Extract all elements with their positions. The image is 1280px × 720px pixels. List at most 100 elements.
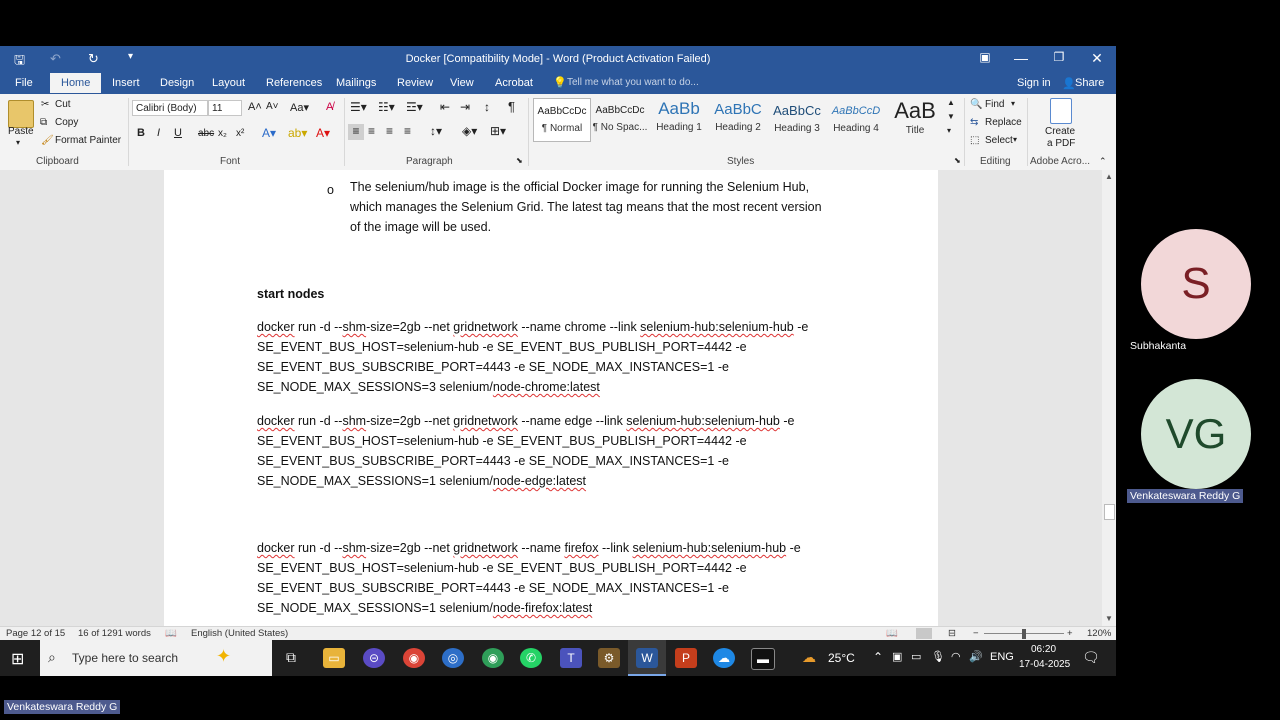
chrome-profile-icon[interactable]: ◉ [482, 648, 504, 668]
sort-icon[interactable]: ↕ [484, 100, 490, 114]
select-dropdown-icon[interactable]: ▾ [1013, 135, 1017, 144]
clock-date[interactable]: 17-04-2025 [1019, 659, 1070, 670]
paste-dropdown-icon[interactable]: ▾ [16, 138, 20, 147]
style-no-spacing[interactable]: AaBbCcDc ¶ No Spac... [591, 98, 649, 142]
share-button[interactable]: Share [1075, 77, 1104, 89]
tell-me-box[interactable]: Tell me what you want to do... [567, 77, 699, 88]
styles-scroll-down-icon[interactable]: ▼ [947, 112, 955, 121]
zoom-slider-thumb[interactable] [1022, 629, 1026, 639]
ribbon-display-icon[interactable]: ▣ [970, 50, 1000, 64]
style-normal[interactable]: AaBbCcDc ¶ Normal [533, 98, 591, 142]
align-right-icon[interactable]: ≡ [386, 124, 393, 138]
tab-home[interactable]: Home [50, 73, 102, 93]
find-dropdown-icon[interactable]: ▾ [1011, 99, 1015, 108]
underline-button[interactable]: U [174, 127, 182, 139]
replace-button[interactable]: Replace [985, 117, 1022, 128]
align-left-icon[interactable]: ≡ [348, 124, 364, 140]
weather-temp[interactable]: 25°C [828, 651, 855, 665]
numbering-icon[interactable]: ☷▾ [378, 100, 395, 114]
tab-insert[interactable]: Insert [112, 77, 140, 89]
app-icon[interactable]: ◎ [442, 648, 464, 668]
style-title[interactable]: AaB Title [886, 98, 944, 142]
grow-font-icon[interactable]: A˄ [248, 101, 262, 113]
bold-button[interactable]: B [137, 127, 145, 139]
format-painter-button[interactable]: Format Painter [55, 135, 121, 146]
powerpoint-icon[interactable]: P [675, 648, 697, 668]
text-effects-icon[interactable]: A▾ [262, 126, 276, 140]
styles-scroll-up-icon[interactable]: ▲ [947, 98, 955, 107]
copy-button[interactable]: Copy [55, 117, 78, 128]
decrease-indent-icon[interactable]: ⇤ [440, 100, 450, 114]
file-explorer-icon[interactable]: ▭ [323, 648, 345, 668]
read-mode-icon[interactable]: 📖 [886, 628, 898, 639]
create-pdf-icon[interactable] [1050, 98, 1072, 124]
cut-button[interactable]: Cut [55, 99, 71, 110]
vertical-scrollbar[interactable]: ▲ ▼ [1102, 170, 1116, 626]
collapse-ribbon-icon[interactable]: ⌃ [1099, 156, 1107, 167]
scroll-up-icon[interactable]: ▲ [1105, 172, 1113, 181]
zoom-out-button[interactable]: − [973, 628, 979, 639]
create-pdf-label-2[interactable]: a PDF [1047, 138, 1075, 149]
find-button[interactable]: Find [985, 99, 1004, 110]
close-button[interactable]: ✕ [1082, 50, 1112, 67]
participant-avatar-s[interactable]: S [1141, 229, 1251, 339]
tab-design[interactable]: Design [160, 77, 194, 89]
align-center-icon[interactable]: ≡ [368, 124, 375, 138]
paste-icon[interactable] [8, 100, 34, 128]
italic-button[interactable]: I [157, 127, 160, 139]
volume-icon[interactable]: 🔊 [969, 650, 983, 663]
increase-indent-icon[interactable]: ⇥ [460, 100, 470, 114]
style-heading-4[interactable]: AaBbCcD Heading 4 [827, 98, 885, 142]
show-formatting-icon[interactable]: ¶ [508, 99, 515, 114]
tray-icon[interactable]: ▣ [892, 650, 902, 663]
find-icon[interactable]: 🔍 [970, 99, 982, 110]
subscript-button[interactable]: x₂ [218, 128, 227, 139]
wifi-icon[interactable]: ◠ [951, 650, 961, 663]
font-name-box[interactable]: Calibri (Body) [132, 100, 208, 116]
paste-button[interactable]: Paste [8, 126, 34, 137]
language-indicator[interactable]: ENG [990, 651, 1014, 663]
justify-icon[interactable]: ≡ [404, 124, 411, 138]
paragraph-launcher-icon[interactable]: ⬊ [516, 156, 523, 165]
word-icon[interactable]: W [636, 648, 658, 668]
microphone-icon[interactable]: 🎙 [931, 650, 945, 663]
shrink-font-icon[interactable]: A˅ [266, 101, 279, 112]
line-spacing-icon[interactable]: ↕▾ [430, 124, 442, 138]
style-heading-1[interactable]: AaBb Heading 1 [650, 98, 708, 142]
windows-start-icon[interactable]: ⊞ [11, 649, 24, 669]
terminal-icon[interactable]: ▬ [751, 648, 775, 670]
tab-references[interactable]: References [266, 77, 322, 89]
select-button[interactable]: Select [985, 135, 1013, 146]
minimize-button[interactable]: — [1006, 50, 1036, 66]
tab-file[interactable]: File [15, 77, 33, 89]
app-icon[interactable]: ⊝ [363, 648, 385, 668]
multilevel-list-icon[interactable]: ☲▾ [406, 100, 423, 114]
word-count[interactable]: 16 of 1291 words [78, 628, 151, 639]
zoom-level[interactable]: 120% [1087, 628, 1111, 639]
superscript-button[interactable]: x² [236, 128, 244, 139]
restore-button[interactable]: ❐ [1044, 50, 1074, 64]
taskbar-search[interactable]: ⌕ Type here to search ✦ [40, 640, 272, 676]
create-pdf-label-1[interactable]: Create [1045, 126, 1075, 137]
page-count[interactable]: Page 12 of 15 [6, 628, 65, 639]
proofing-icon[interactable]: 📖 [165, 628, 177, 639]
app-icon[interactable]: ☁ [713, 648, 735, 668]
borders-icon[interactable]: ⊞▾ [490, 124, 506, 138]
replace-icon[interactable]: ⇆ [970, 117, 978, 128]
style-heading-3[interactable]: AaBbCc Heading 3 [768, 98, 826, 142]
shading-icon[interactable]: ◈▾ [462, 124, 477, 138]
styles-more-icon[interactable]: ▾ [947, 126, 951, 135]
sign-in-link[interactable]: Sign in [1017, 77, 1051, 89]
task-view-icon[interactable]: ⧉ [286, 649, 296, 666]
language-indicator[interactable]: English (United States) [191, 628, 288, 639]
scrollbar-thumb[interactable] [1104, 504, 1115, 520]
document-page[interactable]: o The selenium/hub image is the official… [164, 170, 938, 626]
strikethrough-button[interactable]: abc [198, 128, 214, 139]
select-icon[interactable]: ⬚ [970, 135, 979, 146]
tab-view[interactable]: View [450, 77, 474, 89]
teams-icon[interactable]: T [560, 648, 582, 668]
tab-acrobat[interactable]: Acrobat [495, 77, 533, 89]
clear-formatting-icon[interactable]: A̸ [326, 101, 333, 113]
highlight-icon[interactable]: ab▾ [288, 126, 307, 140]
tab-review[interactable]: Review [397, 77, 433, 89]
